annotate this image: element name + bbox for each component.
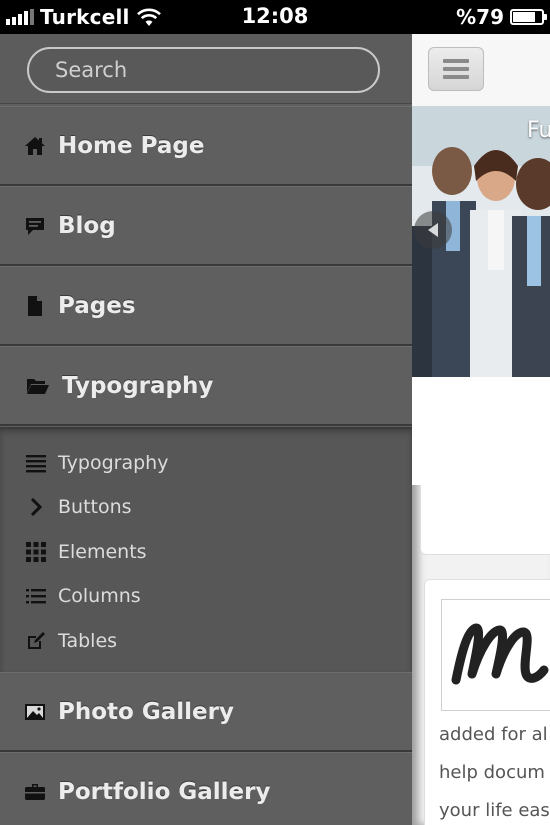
content-text-line: your life eas (439, 800, 550, 821)
grid-icon (26, 542, 46, 562)
submenu-item-label: Tables (58, 630, 118, 652)
menu-item-portfolio-gallery[interactable]: Portfolio Gallery (0, 752, 412, 825)
submenu-item-label: Typography (58, 452, 169, 474)
submenu-item-tables[interactable]: Tables (0, 619, 412, 663)
menu-item-label: Blog (58, 212, 116, 239)
menu-item-typography[interactable]: Typography (0, 346, 412, 426)
menu-item-pages[interactable]: Pages (0, 266, 412, 346)
content-band (412, 377, 550, 485)
list-icon (26, 589, 46, 604)
battery-icon (510, 9, 547, 25)
menu-item-blog[interactable]: Blog (0, 186, 412, 266)
content-text-line: help docum (439, 762, 545, 783)
picture-icon (25, 703, 45, 720)
menu-item-label: Pages (58, 292, 136, 319)
document-icon (28, 295, 42, 316)
side-menu: Home Page Blog Pages Typography (0, 34, 412, 825)
submenu-item-typography[interactable]: Typography (0, 441, 412, 485)
home-icon (25, 136, 45, 155)
content-text-line: added for al (439, 724, 548, 745)
folder-open-icon (27, 378, 49, 394)
search-area (0, 34, 412, 104)
submenu-item-label: Columns (58, 585, 141, 607)
top-bar (412, 34, 550, 106)
submenu-item-label: Buttons (58, 496, 132, 518)
submenu-item-buttons[interactable]: Buttons (0, 485, 412, 529)
menu-toggle-button[interactable] (428, 47, 484, 91)
menu-item-label: Typography (62, 372, 214, 399)
menu-item-photo-gallery[interactable]: Photo Gallery (0, 672, 412, 752)
chat-bubble-icon (26, 217, 44, 235)
battery-level (513, 12, 535, 22)
content-card (420, 485, 550, 555)
align-justify-icon (26, 455, 46, 473)
menu-item-home-page[interactable]: Home Page (0, 106, 412, 186)
hero-slider[interactable]: Fu (412, 106, 550, 377)
briefcase-icon (25, 783, 45, 800)
status-right: %79 (456, 5, 547, 29)
chevron-right-icon (30, 497, 43, 517)
search-input[interactable] (55, 49, 355, 91)
logo-image: M (441, 599, 550, 711)
hero-title: Fu (527, 118, 550, 143)
edit-icon (28, 632, 45, 649)
submenu-item-elements[interactable]: Elements (0, 530, 412, 574)
status-bar: Turkcell 12:08 %79 (0, 0, 550, 34)
menu-item-label: Home Page (58, 132, 205, 159)
menu-item-label: Portfolio Gallery (58, 778, 271, 805)
typography-submenu: Typography Buttons Elements Columns Tabl… (0, 427, 412, 672)
feature-card: M added for al help docum your life eas (424, 579, 550, 825)
submenu-item-label: Elements (58, 541, 147, 563)
search-box[interactable] (27, 47, 380, 93)
main-content: Fu M added for al help docum your life e… (412, 34, 550, 825)
submenu-item-columns[interactable]: Columns (0, 574, 412, 618)
slider-prev-button[interactable] (414, 211, 452, 249)
menu-item-label: Photo Gallery (58, 698, 234, 725)
script-logo: M (451, 623, 549, 685)
battery-percentage: %79 (456, 5, 504, 29)
